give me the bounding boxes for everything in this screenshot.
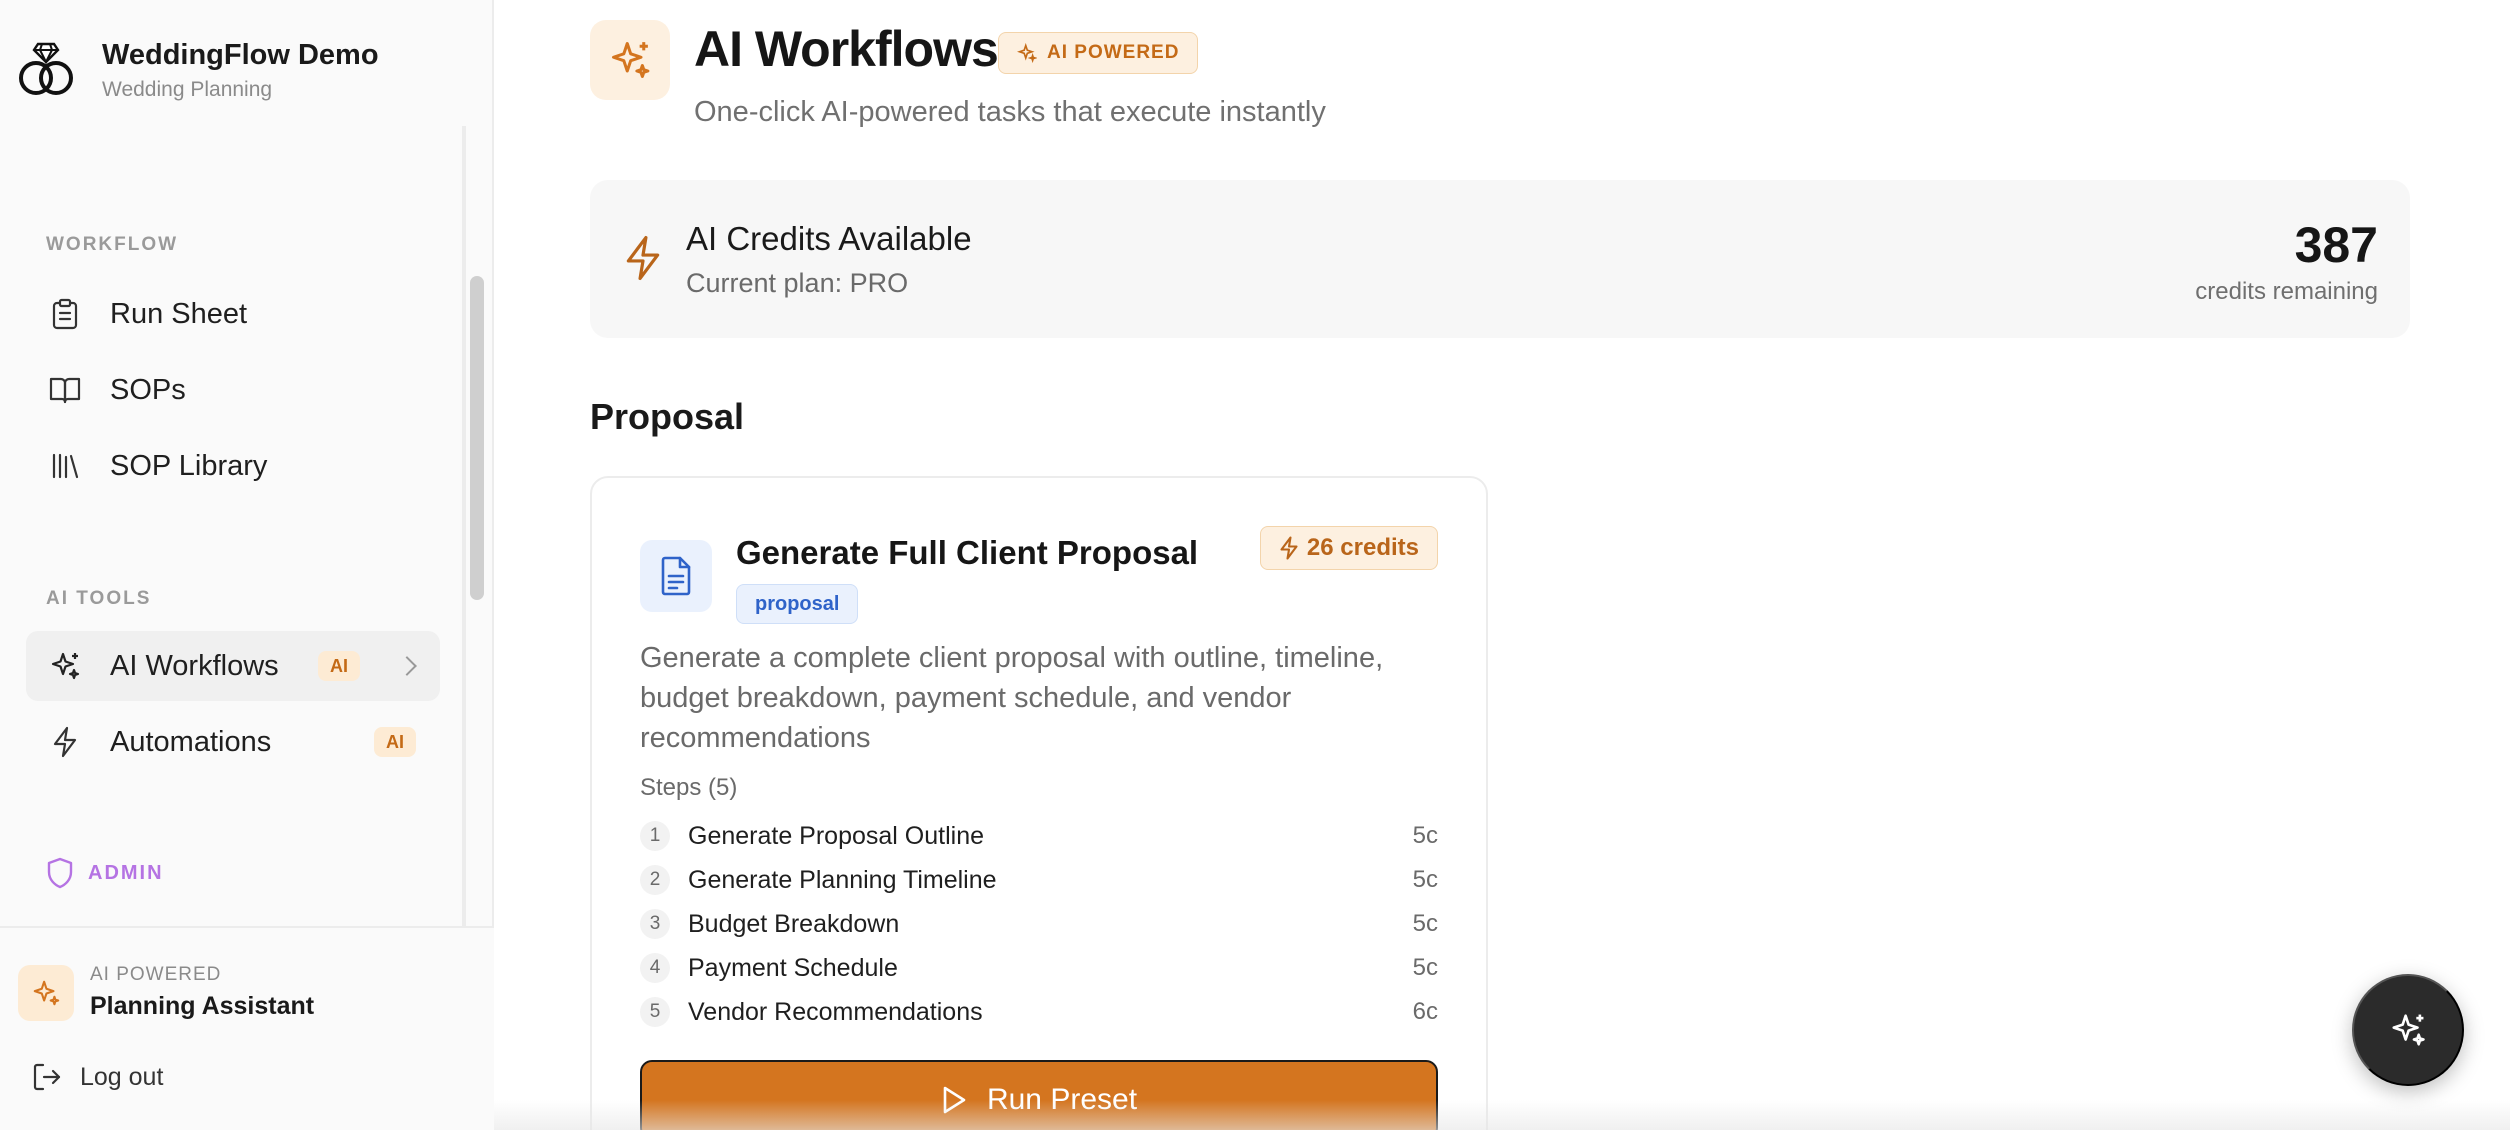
step-item: 5 Vendor Recommendations 6c xyxy=(640,994,1438,1030)
bolt-icon xyxy=(626,235,660,281)
step-cost: 6c xyxy=(1412,998,1438,1025)
ai-badge: AI xyxy=(318,651,360,681)
step-item: 2 Generate Planning Timeline 5c xyxy=(640,862,1438,898)
page-title: AI Workflows xyxy=(694,21,999,77)
credits-count: 387 xyxy=(2294,217,2378,273)
step-label: Budget Breakdown xyxy=(688,909,900,938)
step-item: 1 Generate Proposal Outline 5c xyxy=(640,818,1438,854)
sparkles-icon xyxy=(2392,1014,2425,1046)
sidebar: WeddingFlow Demo Wedding Planning WORKFL… xyxy=(0,0,494,1130)
step-number: 2 xyxy=(640,865,670,895)
step-label: Vendor Recommendations xyxy=(688,997,983,1026)
sidebar-item-run-sheet[interactable]: Run Sheet xyxy=(26,279,440,349)
page-subtitle: One-click AI-powered tasks that execute … xyxy=(694,96,1326,128)
assistant-kicker: AI POWERED xyxy=(90,964,222,985)
library-icon xyxy=(48,449,82,483)
preset-description: Generate a complete client proposal with… xyxy=(640,642,1384,754)
bolt-icon xyxy=(48,725,82,759)
ai-assistant-fab[interactable] xyxy=(2352,974,2464,1086)
section-label-workflow: WORKFLOW xyxy=(46,234,179,255)
run-preset-label: Run Preset xyxy=(986,1083,1138,1116)
credits-card: AI Credits Available Current plan: PRO 3… xyxy=(590,180,2410,338)
logout-icon xyxy=(33,1063,61,1091)
preset-tag: proposal xyxy=(736,584,859,624)
steps-label: Steps (5) xyxy=(640,774,738,801)
credits-title: AI Credits Available xyxy=(686,220,972,257)
sidebar-item-automations[interactable]: Automations AI xyxy=(26,707,440,777)
sidebar-item-label: SOP Library xyxy=(110,449,268,482)
sidebar-scrollbar[interactable] xyxy=(470,276,484,600)
step-cost: 5c xyxy=(1412,910,1438,937)
main-content: AI Workflows AI POWERED One-click AI-pow… xyxy=(494,0,2510,1130)
sidebar-item-ai-workflows[interactable]: AI Workflows AI xyxy=(26,631,440,701)
sidebar-item-label: SOPs xyxy=(110,373,186,406)
step-label: Payment Schedule xyxy=(688,953,898,982)
step-item: 4 Payment Schedule 5c xyxy=(640,950,1438,986)
brand[interactable]: WeddingFlow Demo Wedding Planning xyxy=(14,30,379,110)
ai-badge: AI xyxy=(374,727,416,757)
shield-icon xyxy=(47,857,73,889)
step-cost: 5c xyxy=(1412,954,1438,981)
sidebar-scroll-area: WORKFLOW Run Sheet SOPs SOP Library AI T… xyxy=(0,126,464,926)
step-number: 3 xyxy=(640,909,670,939)
run-preset-button[interactable]: Run Preset xyxy=(640,1060,1438,1130)
step-cost: 5c xyxy=(1412,866,1438,893)
credits-plan: Current plan: PRO xyxy=(686,268,909,298)
logout-button[interactable]: Log out xyxy=(32,1062,163,1092)
sidebar-item-label: AI Workflows xyxy=(110,649,279,682)
assistant-title: Planning Assistant xyxy=(90,992,315,1020)
sparkles-icon xyxy=(48,649,82,683)
chevron-right-icon xyxy=(397,656,417,676)
preset-title: Generate Full Client Proposal xyxy=(736,534,1199,571)
step-number: 5 xyxy=(640,997,670,1027)
sparkles-icon xyxy=(18,964,74,1021)
sidebar-footer: AI POWERED Planning Assistant Log out xyxy=(0,926,494,1130)
section-label-ai-tools: AI TOOLS xyxy=(46,588,152,609)
sidebar-item-sop-library[interactable]: SOP Library xyxy=(26,431,440,501)
assistant-text: AI POWERED Planning Assistant xyxy=(90,964,314,1021)
clipboard-icon xyxy=(48,297,82,331)
ai-powered-label: AI POWERED xyxy=(1047,42,1180,63)
admin-link[interactable]: ADMIN xyxy=(46,857,164,889)
logout-label: Log out xyxy=(80,1062,164,1091)
sidebar-item-sops[interactable]: SOPs xyxy=(26,355,440,425)
brand-title: WeddingFlow Demo xyxy=(102,38,379,71)
sparkles-icon xyxy=(1017,43,1037,63)
ai-powered-badge: AI POWERED xyxy=(998,32,1199,74)
sidebar-item-label: Run Sheet xyxy=(110,297,248,330)
preset-card-full-client-proposal: Generate Full Client Proposal proposal 2… xyxy=(590,476,1488,1130)
app-root: WeddingFlow Demo Wedding Planning WORKFL… xyxy=(0,0,2510,1130)
step-label: Generate Proposal Outline xyxy=(688,821,985,850)
preset-credits-badge: 26 credits xyxy=(1259,526,1438,570)
step-number: 1 xyxy=(640,821,670,851)
step-cost: 5c xyxy=(1412,822,1438,849)
sidebar-scroll-track xyxy=(462,126,466,926)
brand-subtitle: Wedding Planning xyxy=(102,77,273,101)
step-item: 3 Budget Breakdown 5c xyxy=(640,906,1438,942)
sidebar-item-label: Automations xyxy=(110,725,272,758)
section-title-proposal: Proposal xyxy=(590,396,745,437)
admin-label: ADMIN xyxy=(88,861,164,884)
bolt-icon xyxy=(1280,536,1298,560)
credits-remaining-label: credits remaining xyxy=(2195,278,2378,305)
brand-text: WeddingFlow Demo Wedding Planning xyxy=(102,39,379,102)
step-number: 4 xyxy=(640,953,670,983)
preset-credits-label: 26 credits xyxy=(1306,534,1419,561)
play-icon xyxy=(943,1086,966,1114)
document-icon xyxy=(640,540,712,612)
book-icon xyxy=(48,373,82,407)
sparkles-icon xyxy=(590,20,670,100)
step-label: Generate Planning Timeline xyxy=(688,865,997,894)
planning-assistant-button[interactable]: AI POWERED Planning Assistant xyxy=(18,964,314,1021)
rings-logo-icon xyxy=(19,42,73,95)
